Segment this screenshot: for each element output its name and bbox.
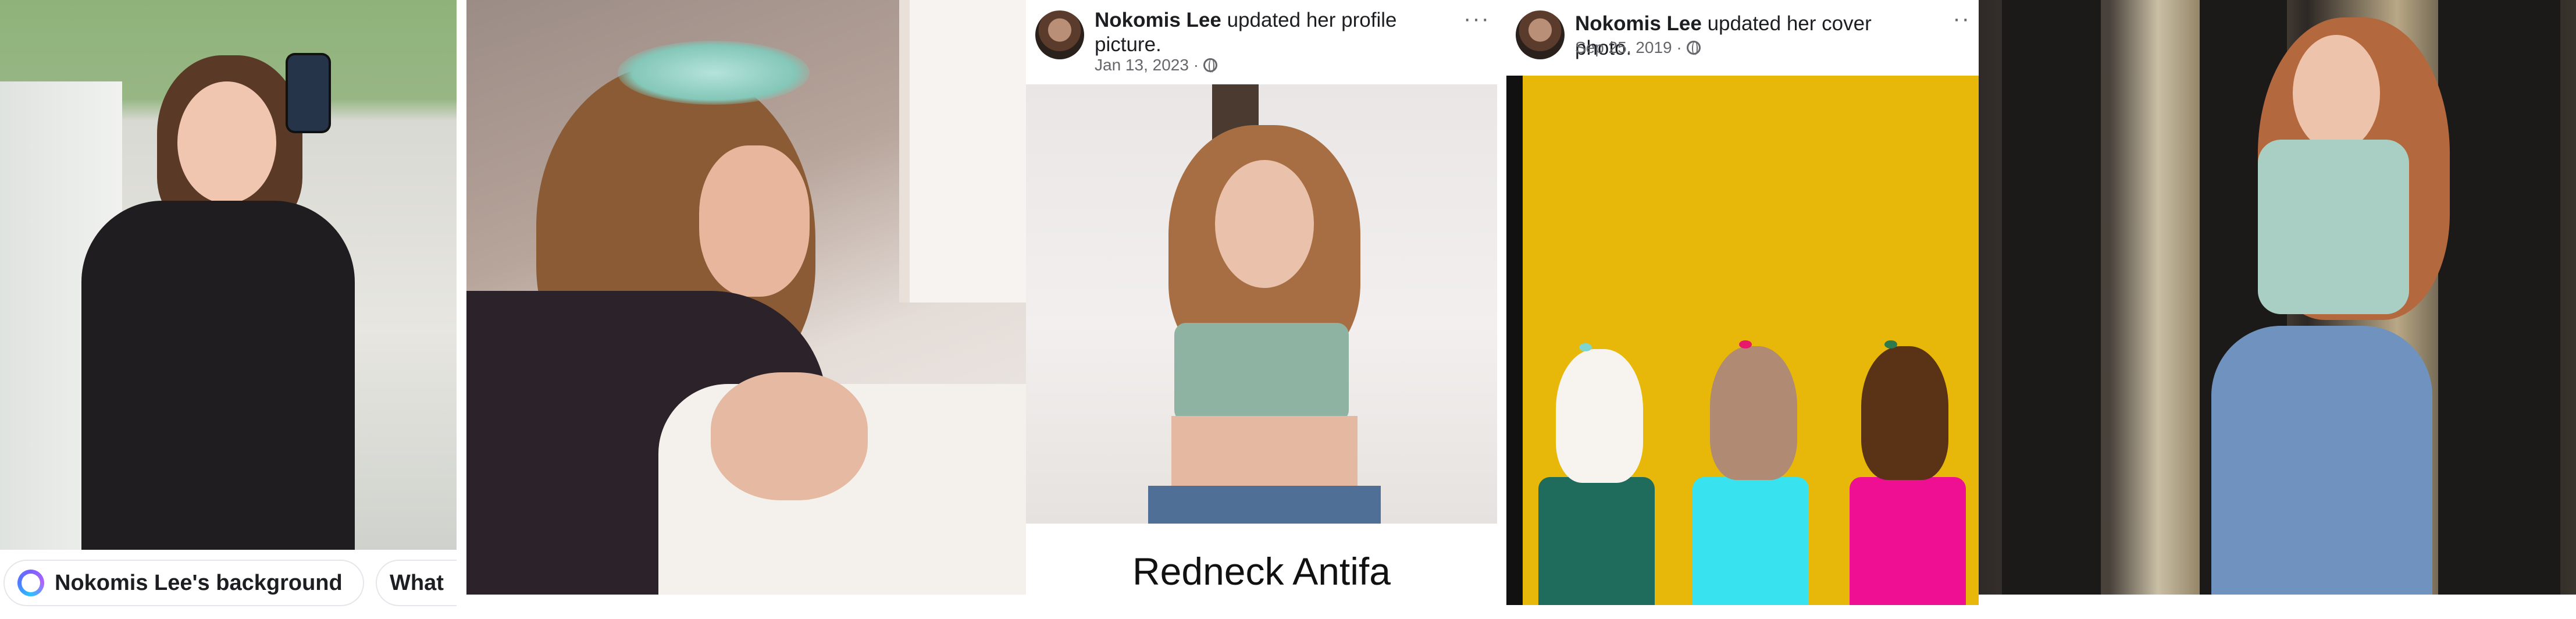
topic-chips: Nokomis Lee's background What <box>0 560 457 606</box>
more-options-icon[interactable]: ·· <box>1953 6 1971 32</box>
profile-photo[interactable] <box>1026 84 1497 524</box>
burned-trees-photo[interactable] <box>1979 0 2576 595</box>
author-name[interactable]: Nokomis Lee <box>1095 9 1221 31</box>
photo-person <box>81 55 355 550</box>
fist-dark <box>1861 346 1948 480</box>
post-title: Nokomis Lee updated her profile picture. <box>1095 8 1444 57</box>
tinsel-headband <box>618 41 810 105</box>
sleeve-magenta <box>1850 477 1966 605</box>
sleeve-cyan <box>1693 477 1809 605</box>
nail-light <box>1579 343 1592 351</box>
what-chip[interactable]: What <box>376 560 457 606</box>
profile-picture-post: Nokomis Lee updated her profile picture.… <box>1026 0 1497 619</box>
avatar[interactable] <box>1516 10 1565 59</box>
background-chip[interactable]: Nokomis Lee's background <box>3 560 364 606</box>
globe-icon <box>1203 58 1218 73</box>
ai-ring-icon <box>17 570 44 596</box>
fist-medium <box>1710 346 1797 480</box>
post-meta: Sep 25, 2019 · <box>1575 38 1701 57</box>
crafting-photo[interactable] <box>466 0 1026 595</box>
post-header: Nokomis Lee updated her cover photo. Sep… <box>1506 0 1978 81</box>
photo-caption: Redneck Antifa <box>1026 524 1497 619</box>
mirror-selfie-panel: Nokomis Lee's background What <box>0 0 457 619</box>
author-name[interactable]: Nokomis Lee <box>1575 12 1702 35</box>
nail-medium <box>1739 340 1752 348</box>
nail-dark <box>1884 340 1897 348</box>
background-chip-label: Nokomis Lee's background <box>55 570 343 595</box>
globe-icon <box>1686 41 1701 55</box>
cover-photo-post: Nokomis Lee updated her cover photo. Sep… <box>1506 0 1979 619</box>
post-date[interactable]: Sep 25, 2019 <box>1575 38 1672 57</box>
post-date[interactable]: Jan 13, 2023 <box>1095 56 1189 74</box>
avatar[interactable] <box>1035 10 1084 59</box>
sleeve-green <box>1538 477 1655 605</box>
more-options-icon[interactable]: ··· <box>1463 6 1490 32</box>
post-header: Nokomis Lee updated her profile picture.… <box>1026 0 1497 81</box>
post-meta: Jan 13, 2023 · <box>1095 56 1218 74</box>
what-chip-label: What <box>390 570 444 595</box>
fist-light <box>1556 349 1643 483</box>
mirror-selfie-photo[interactable] <box>0 0 457 550</box>
phone-in-photo <box>288 55 329 131</box>
cover-illustration[interactable] <box>1506 76 1979 605</box>
